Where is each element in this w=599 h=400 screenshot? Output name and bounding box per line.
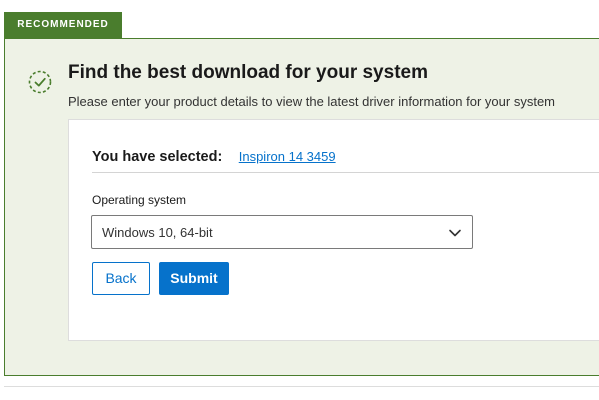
submit-button[interactable]: Submit [159,262,229,295]
bottom-divider [4,386,599,387]
page-subtitle: Please enter your product details to vie… [68,94,555,109]
back-button[interactable]: Back [92,262,150,295]
os-label: Operating system [92,193,187,207]
check-circle-icon [28,70,52,94]
os-select-value: Windows 10, 64-bit [102,225,213,240]
os-select[interactable]: Windows 10, 64-bit [91,215,473,249]
divider [92,172,599,173]
chevron-down-icon [449,229,461,237]
selected-product-row: You have selected: Inspiron 14 3459 [92,148,336,166]
recommended-badge: RECOMMENDED [4,12,122,38]
selected-product-link[interactable]: Inspiron 14 3459 [239,149,336,164]
page-title: Find the best download for your system [68,62,428,83]
selected-label: You have selected: [92,149,223,165]
